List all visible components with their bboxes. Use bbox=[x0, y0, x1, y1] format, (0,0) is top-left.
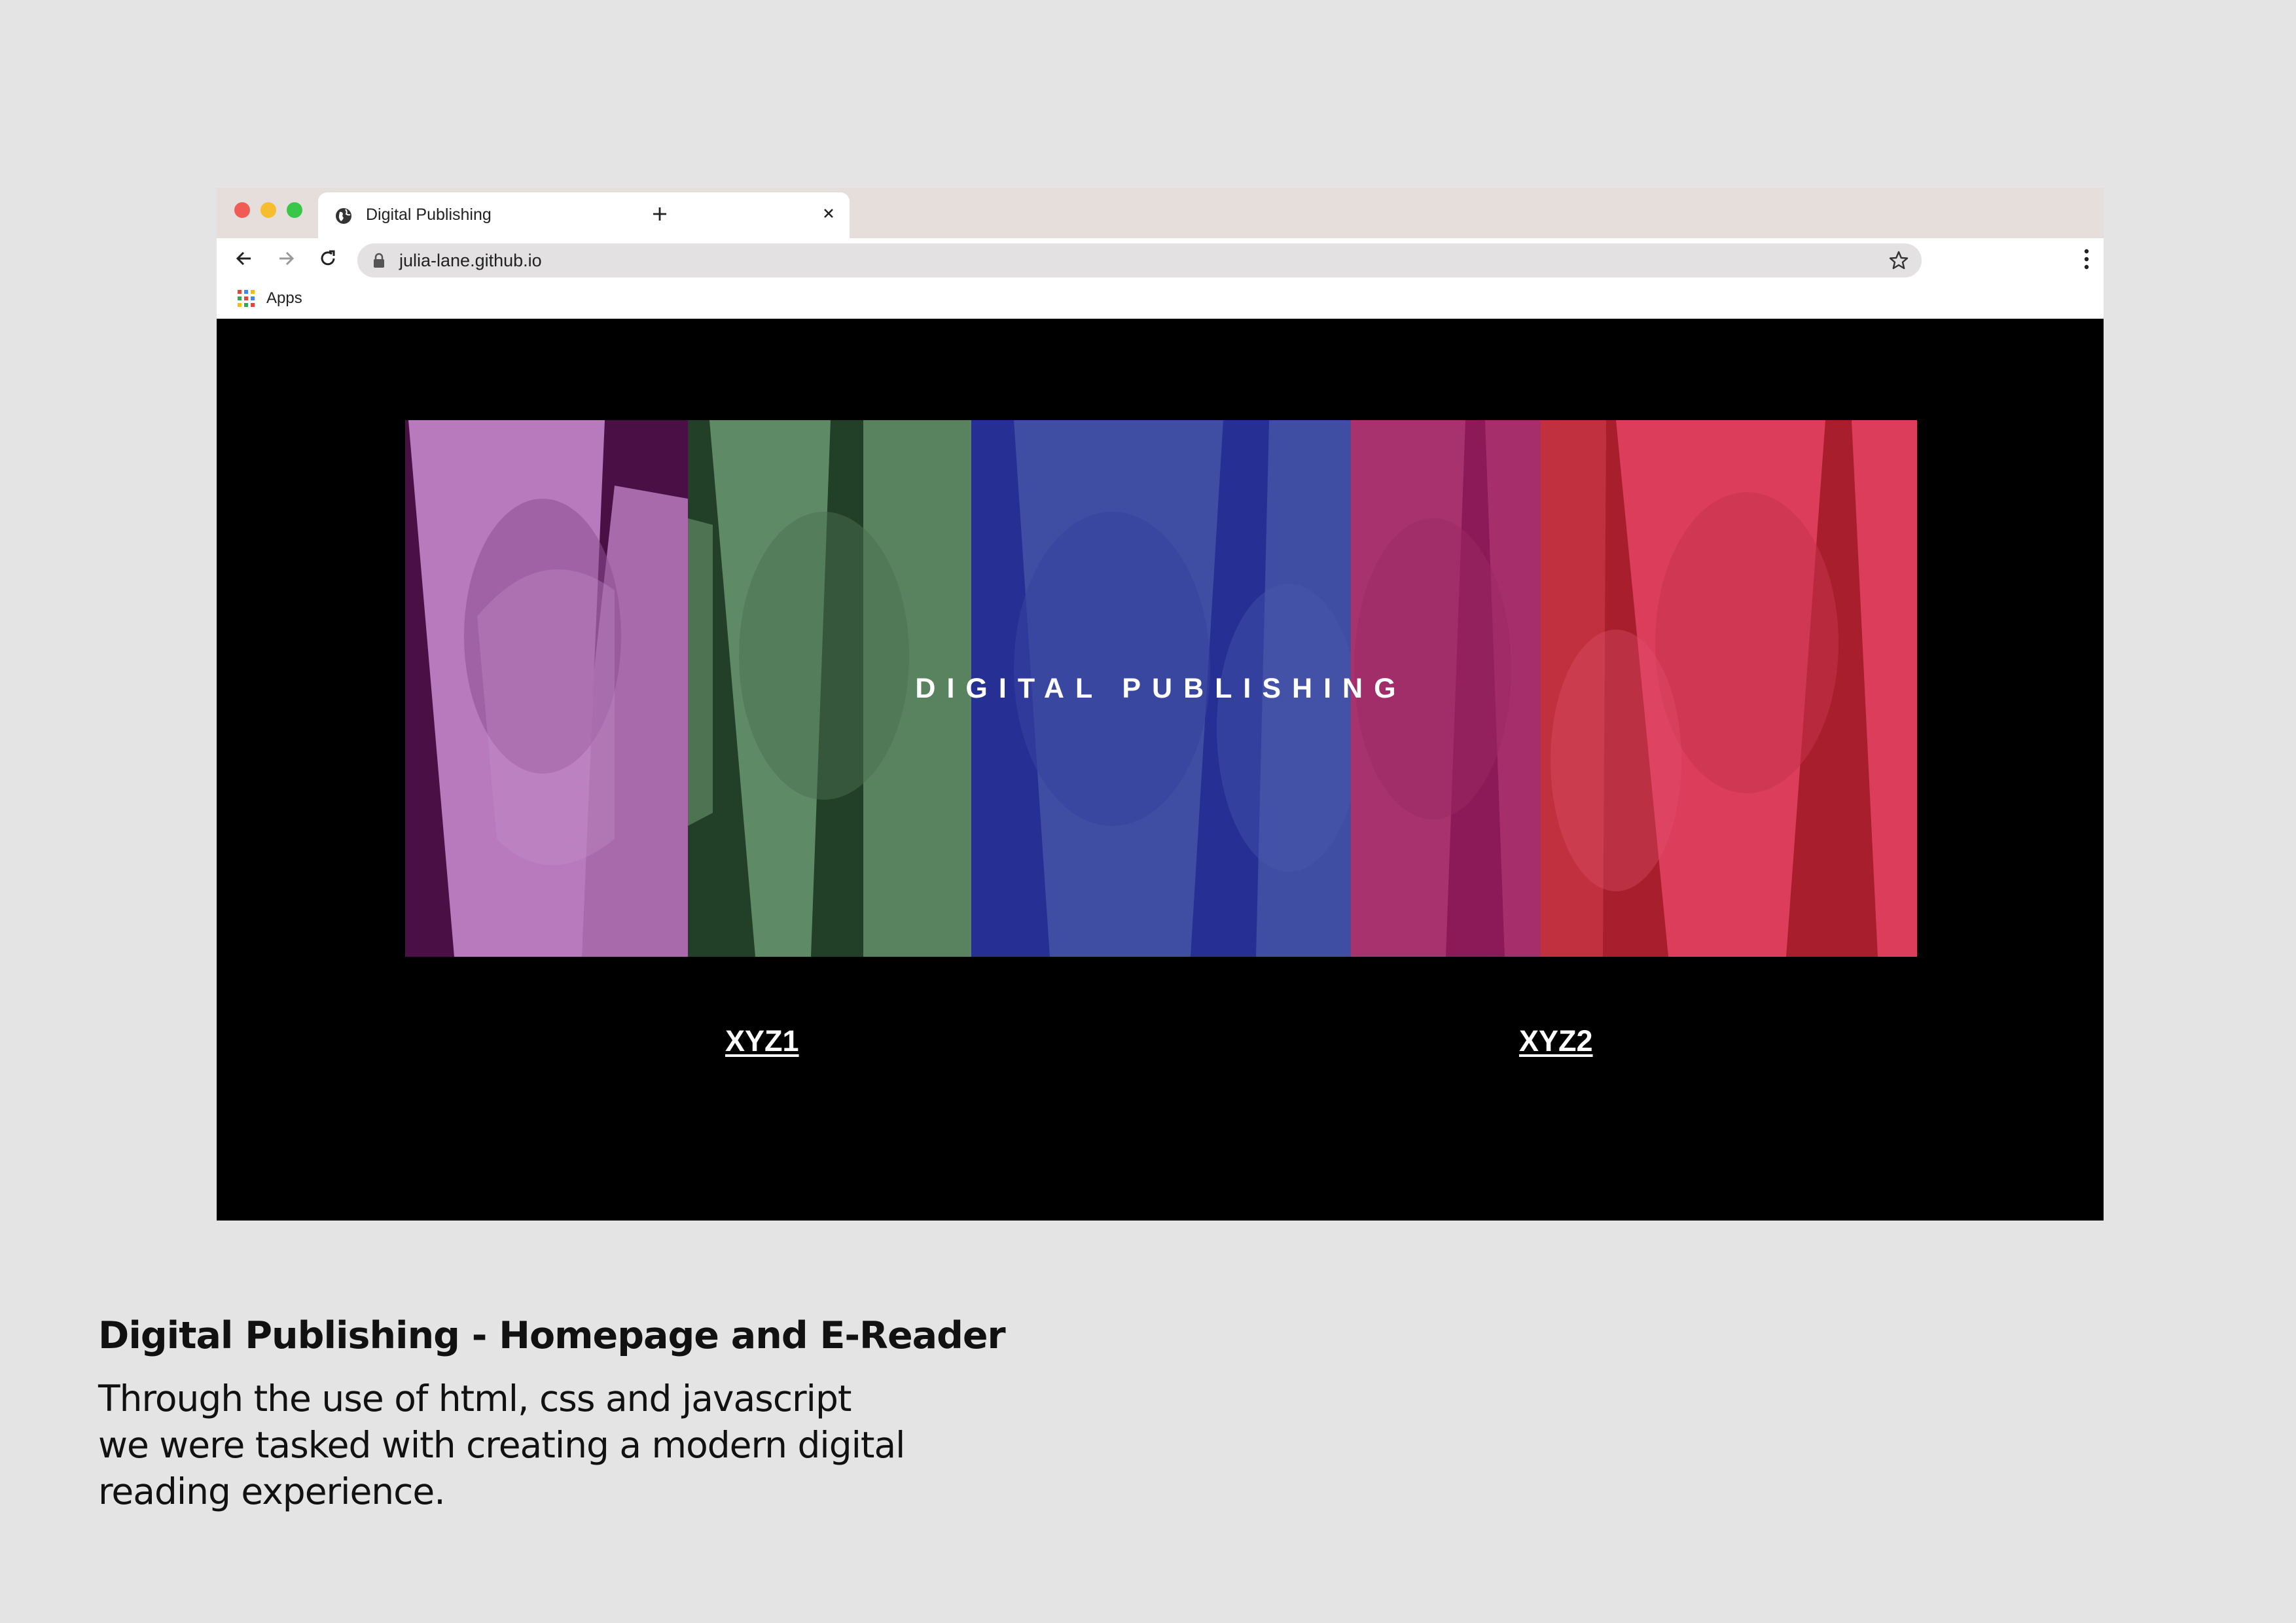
apps-grid-icon[interactable] bbox=[236, 289, 256, 308]
link-xyz2[interactable]: XYZ2 bbox=[1519, 1024, 1593, 1058]
apps-bookmark-label[interactable]: Apps bbox=[266, 289, 302, 308]
bookmarks-bar: Apps bbox=[217, 277, 2104, 319]
toolbar: julia-lane.github.io bbox=[217, 238, 2104, 277]
close-window-button[interactable] bbox=[234, 202, 250, 218]
link-xyz1[interactable]: XYZ1 bbox=[725, 1024, 799, 1058]
hero-banner: DIGITAL PUBLISHING bbox=[405, 420, 1917, 957]
star-icon[interactable] bbox=[1888, 249, 1910, 272]
address-bar[interactable]: julia-lane.github.io bbox=[357, 243, 1922, 277]
hero-title: DIGITAL PUBLISHING bbox=[915, 672, 1407, 704]
forward-arrow-icon[interactable] bbox=[274, 246, 298, 271]
lock-icon bbox=[374, 253, 384, 268]
close-icon[interactable] bbox=[817, 202, 840, 224]
globe-icon bbox=[336, 208, 351, 224]
plus-icon[interactable] bbox=[649, 203, 671, 225]
back-arrow-icon[interactable] bbox=[232, 246, 257, 271]
url-text: julia-lane.github.io bbox=[399, 251, 542, 270]
tab-digital-publishing[interactable]: Digital Publishing bbox=[318, 192, 850, 238]
caption-body: Through the use of html, css and javascr… bbox=[98, 1378, 905, 1512]
caption-title: Digital Publishing - Homepage and E-Read… bbox=[98, 1314, 1006, 1357]
web-page: DIGITAL PUBLISHING XYZ1 XYZ2 bbox=[217, 319, 2104, 1221]
minimize-window-button[interactable] bbox=[260, 202, 276, 218]
maximize-window-button[interactable] bbox=[287, 202, 302, 218]
more-vertical-icon[interactable] bbox=[2083, 247, 2090, 271]
browser-window: Digital Publishing julia-lane.github.io bbox=[217, 188, 2104, 1221]
tab-bar: Digital Publishing bbox=[217, 188, 2104, 238]
tab-title: Digital Publishing bbox=[366, 205, 492, 224]
reload-icon[interactable] bbox=[315, 246, 340, 271]
